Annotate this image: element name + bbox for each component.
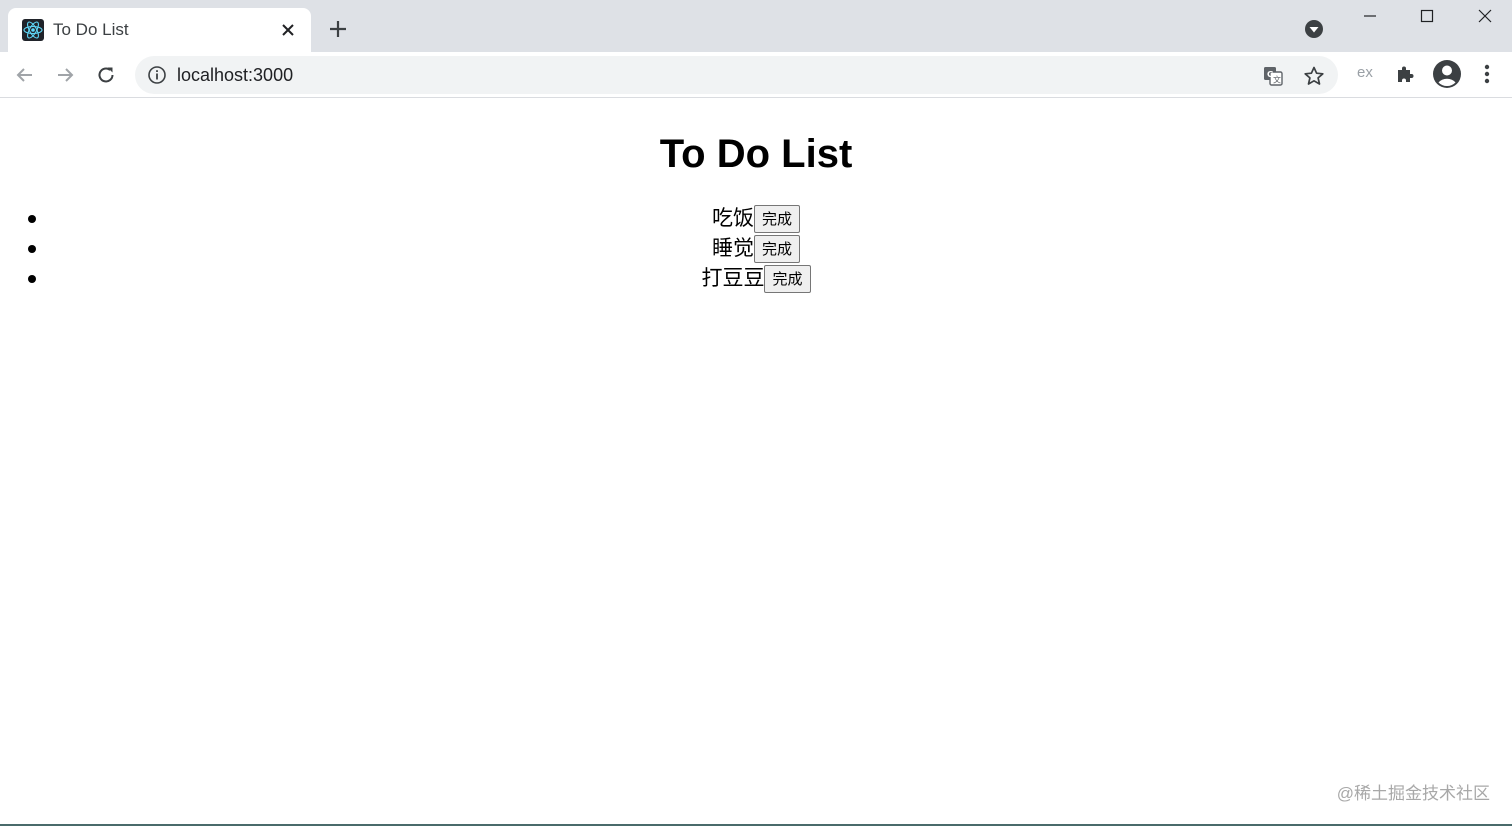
bookmark-star-icon[interactable] [1302, 64, 1326, 88]
bullet-icon [28, 245, 36, 253]
maximize-icon[interactable] [1415, 4, 1439, 28]
done-button[interactable]: 完成 [753, 235, 800, 264]
list-item: 吃饭 完成 [0, 204, 1512, 234]
reload-icon[interactable] [93, 62, 119, 88]
url-text[interactable]: localhost:3000 [177, 65, 293, 86]
forward-arrow-icon[interactable] [52, 62, 78, 88]
tab-title: To Do List [53, 20, 129, 39]
watermark: @稀土掘金技术社区 [1336, 784, 1490, 803]
bullet-icon [28, 215, 36, 223]
tab-search-icon[interactable] [1303, 18, 1325, 40]
browser-window: To Do List localhost:3000 G 文 ex To Do L… [0, 0, 1512, 826]
list-item: 打豆豆 完成 [0, 264, 1512, 294]
extensions-puzzle-icon[interactable] [1394, 62, 1418, 86]
page-content: To Do List 吃饭 完成 睡觉 完成 打豆豆 完成 @稀土掘金技术社区 [0, 98, 1512, 826]
react-logo-icon [22, 19, 44, 41]
close-tab-icon[interactable] [278, 20, 298, 40]
profile-avatar-icon[interactable] [1432, 59, 1462, 89]
active-tab[interactable]: To Do List [8, 8, 311, 52]
todo-text: 睡觉 [711, 237, 754, 261]
todo-text: 打豆豆 [701, 267, 765, 291]
back-arrow-icon[interactable] [12, 62, 38, 88]
done-button[interactable]: 完成 [764, 265, 811, 294]
todo-list: 吃饭 完成 睡觉 完成 打豆豆 完成 [0, 204, 1512, 294]
page-title: To Do List [659, 132, 853, 176]
browser-toolbar: localhost:3000 G 文 ex [0, 52, 1512, 98]
address-bar[interactable]: localhost:3000 G 文 [135, 56, 1338, 94]
bullet-icon [28, 275, 36, 283]
window-close-icon[interactable] [1473, 4, 1497, 28]
new-tab-icon[interactable] [326, 17, 350, 41]
translate-icon[interactable]: G 文 [1261, 64, 1285, 88]
todo-text: 吃饭 [711, 207, 754, 231]
minimize-icon[interactable] [1358, 4, 1382, 28]
extension-ex-icon[interactable]: ex [1357, 64, 1373, 81]
done-button[interactable]: 完成 [753, 205, 800, 234]
more-menu-icon[interactable] [1476, 62, 1498, 86]
tab-strip: To Do List [0, 0, 1512, 52]
svg-text:文: 文 [1273, 75, 1281, 85]
list-item: 睡觉 完成 [0, 234, 1512, 264]
site-info-icon[interactable] [147, 65, 167, 85]
